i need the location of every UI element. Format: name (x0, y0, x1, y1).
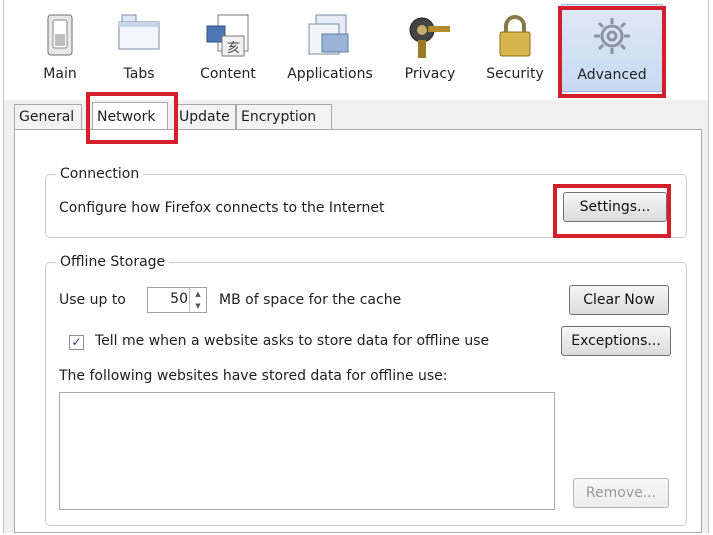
toolbar-applications-label: Applications (287, 66, 373, 82)
cache-unit-label: MB of space for the cache (219, 292, 402, 308)
toolbar-privacy[interactable]: Privacy (398, 4, 462, 92)
highlight-advanced (558, 6, 666, 98)
clear-now-button[interactable]: Clear Now (569, 285, 669, 315)
tab-encryption[interactable]: Encryption (236, 104, 332, 129)
security-lock-icon (499, 15, 531, 57)
tab-general[interactable]: General (14, 104, 82, 129)
tab-update[interactable]: Update (174, 104, 236, 129)
offline-sites-list[interactable] (59, 392, 555, 510)
connection-description: Configure how Firefox connects to the In… (59, 200, 385, 216)
toolbar-security-label: Security (486, 66, 544, 82)
highlight-network-tab (86, 92, 178, 144)
toolbar-applications[interactable]: Applications (278, 4, 382, 92)
toolbar-security[interactable]: Security (480, 4, 550, 92)
svg-text:亥: 亥 (227, 41, 240, 56)
tell-me-label: Tell me when a website asks to store dat… (95, 333, 490, 349)
tabs-window-icon (118, 14, 160, 50)
main-switch-icon (47, 14, 73, 56)
toolbar-tabs[interactable]: Tabs (114, 4, 164, 92)
stepper-arrows[interactable]: ▲ ▼ (189, 288, 206, 312)
remove-button[interactable]: Remove... (573, 478, 669, 508)
connection-legend: Connection (60, 166, 140, 182)
checkmark-icon: ✓ (71, 335, 82, 349)
toolbar-content[interactable]: 亥 Content (190, 4, 266, 92)
applications-icon (308, 14, 349, 55)
toolbar-tabs-label: Tabs (123, 66, 155, 82)
exceptions-button[interactable]: Exceptions... (561, 326, 671, 356)
offline-storage-legend: Offline Storage (60, 254, 166, 270)
toolbar-content-label: Content (200, 66, 256, 82)
tell-me-checkbox[interactable]: ✓ (69, 335, 84, 350)
cache-size-value: 50 (170, 291, 188, 307)
chevron-down-icon[interactable]: ▼ (190, 300, 206, 312)
chevron-up-icon[interactable]: ▲ (190, 288, 206, 300)
toolbar-privacy-label: Privacy (404, 66, 456, 82)
cache-size-stepper[interactable]: 50 ▲ ▼ (147, 287, 207, 313)
content-page-icon: 亥 (206, 14, 249, 57)
privacy-key-icon (409, 17, 450, 58)
toolbar-main[interactable]: Main (32, 4, 88, 92)
stored-data-label: The following websites have stored data … (59, 368, 448, 384)
toolbar-main-label: Main (43, 66, 77, 82)
use-up-to-label: Use up to (59, 292, 126, 308)
highlight-settings-button (553, 184, 671, 238)
